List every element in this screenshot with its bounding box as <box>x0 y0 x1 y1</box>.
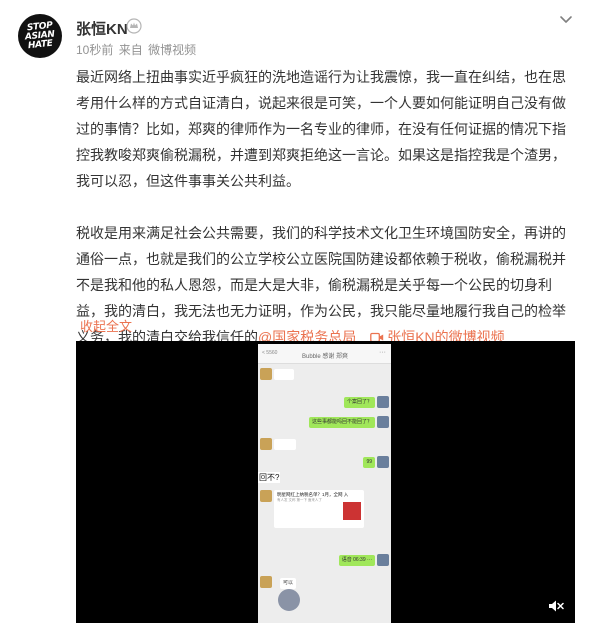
chat-avatar <box>260 368 272 380</box>
chat-avatar <box>377 396 389 408</box>
post-paragraph-1: 最近网络上扭曲事实近乎疯狂的洗地造谣行为让我震惊，我一直在纠结，也在思考用什么样… <box>76 69 566 189</box>
mute-speaker-icon[interactable] <box>548 599 564 613</box>
post-paragraph-2-text: 税收是用来满足社会公共需要，我们的科学技术文化卫生环境国防安全，再讲的通俗一点，… <box>76 225 566 345</box>
collapse-button[interactable]: 收起全文 <box>80 316 132 335</box>
crown-badge-icon <box>126 18 142 34</box>
chat-sticker-caption: 可以 <box>280 578 297 589</box>
chat-link-card: 明星网红上纳税名单？1月，全网 入 有人发 文称 第一下 面来人了 <box>274 490 364 528</box>
chat-bubble-right: 99 <box>363 457 375 468</box>
post-source-prefix: 来自 <box>118 43 143 57</box>
chat-bubble <box>274 369 294 380</box>
chat-avatar <box>260 576 272 588</box>
chevron-down-icon[interactable] <box>557 10 575 28</box>
post-meta: 10秒前 来自 微博视频 <box>76 41 198 58</box>
avatar-text-line-3: HATE <box>27 38 53 51</box>
chat-overlay-text: 回不? <box>258 472 281 483</box>
chat-bubble <box>274 439 296 450</box>
post-time: 10秒前 <box>76 43 114 57</box>
chat-bubble-right: 语音 06:39 ··· <box>338 555 375 566</box>
chat-bubble-right: 个案回了？ <box>343 397 375 408</box>
post-content: 最近网络上扭曲事实近乎疯狂的洗地造谣行为让我震惊，我一直在纠结，也在思考用什么样… <box>76 64 574 350</box>
chat-bubble-right: 这些事都能吗回不能回了？ <box>308 417 375 428</box>
chat-back: < 5560 <box>262 350 278 356</box>
chat-avatar <box>377 554 389 566</box>
video-player[interactable]: < 5560 Bubble 感谢 郑爽 ··· 个案回了？ 这些事都能吗回不能回… <box>76 341 575 623</box>
chat-avatar <box>377 456 389 468</box>
chat-more: ··· <box>379 349 386 356</box>
post-source[interactable]: 微博视频 <box>148 43 196 57</box>
chat-avatar <box>377 416 389 428</box>
chat-avatar <box>260 438 272 450</box>
chat-sticker <box>278 589 300 611</box>
avatar[interactable]: STOP ASIAN HATE <box>18 14 62 58</box>
video-frame-chat-screenshot: < 5560 Bubble 感谢 郑爽 ··· 个案回了？ 这些事都能吗回不能回… <box>258 344 391 623</box>
card-subtitle: 有人发 文称 第一下 面来人了 <box>277 498 322 502</box>
chat-header: < 5560 Bubble 感谢 郑爽 ··· <box>258 344 391 364</box>
weibo-post: STOP ASIAN HATE 张恒KN 10秒前 来自 微博视频 最近网络上扭… <box>0 0 590 640</box>
post-paragraph-2: 税收是用来满足社会公共需要，我们的科学技术文化卫生环境国防安全，再讲的通俗一点，… <box>76 220 574 350</box>
username[interactable]: 张恒KN <box>76 18 128 39</box>
chat-avatar <box>260 490 272 502</box>
chat-title: Bubble 感谢 郑爽 <box>302 354 349 360</box>
card-thumbnail <box>343 502 361 520</box>
